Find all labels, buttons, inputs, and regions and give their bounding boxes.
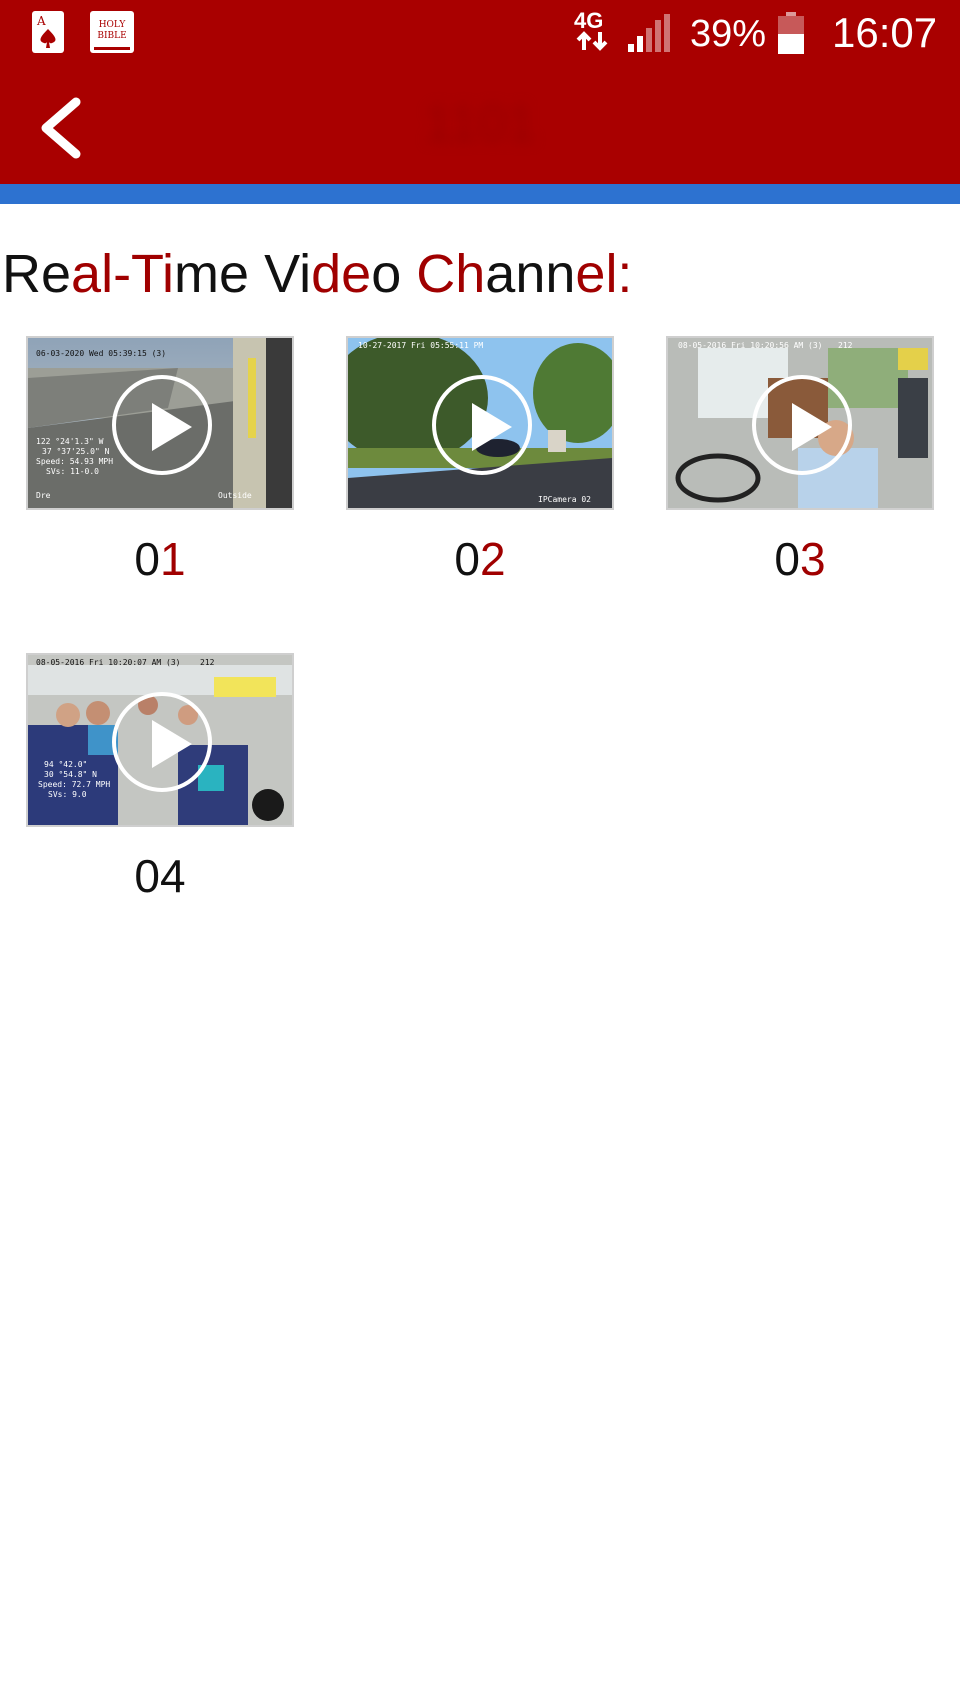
holy-bible-icon: HOLY BIBLE — [90, 11, 134, 53]
svg-text:SVs: 9.0: SVs: 9.0 — [48, 790, 87, 799]
svg-text:Speed: 72.7 MPH: Speed: 72.7 MPH — [38, 780, 110, 789]
svg-text:122 °24'1.3" W: 122 °24'1.3" W — [36, 437, 104, 446]
channel-label-02[interactable]: 02 — [346, 532, 614, 586]
channel-label-04[interactable]: 04 — [26, 849, 294, 903]
channel-card-04[interactable]: 08-05-2016 Fri 10:20:07 AM (3) 212 94 °4… — [26, 653, 294, 913]
page-title: 1101 — [424, 95, 536, 153]
play-icon[interactable] — [112, 375, 212, 475]
svg-text:SVs: 11-0.0: SVs: 11-0.0 — [46, 467, 99, 476]
battery-percent: 39% — [690, 13, 767, 55]
play-icon[interactable] — [752, 375, 852, 475]
svg-text:08-05-2016 Fri 10:20:07 AM (3): 08-05-2016 Fri 10:20:07 AM (3) — [36, 658, 181, 667]
svg-text:212: 212 — [200, 658, 215, 667]
channel-card-03[interactable]: 08-05-2016 Fri 10:20:56 AM (3) 212 03 — [666, 336, 934, 596]
svg-text:HOLY: HOLY — [99, 20, 127, 30]
app-bar: 1101 — [0, 68, 960, 184]
channel-label-03[interactable]: 03 — [666, 532, 934, 586]
svg-text:4G: 4G — [574, 8, 603, 33]
app-bar-accent-line — [0, 184, 960, 204]
svg-text:Outside: Outside — [218, 491, 252, 500]
channel-label-01[interactable]: 01 — [26, 532, 294, 586]
svg-text:Dre: Dre — [36, 491, 51, 500]
back-button[interactable] — [28, 88, 98, 168]
channel-card-01[interactable]: 06-03-2020 Wed 05:39:15 (3) 122 °24'1.3"… — [26, 336, 294, 596]
section-heading: Real-Time Video Channel: — [2, 244, 633, 304]
play-icon[interactable] — [112, 692, 212, 792]
svg-text:BIBLE: BIBLE — [97, 31, 126, 41]
channel-thumbnail-02[interactable]: 10-27-2017 Fri 05:55:11 PM IPCamera 02 — [346, 336, 614, 510]
svg-text:30 °54.8" N: 30 °54.8" N — [44, 770, 97, 779]
channel-thumbnail-01[interactable]: 06-03-2020 Wed 05:39:15 (3) 122 °24'1.3"… — [26, 336, 294, 510]
play-icon[interactable] — [432, 375, 532, 475]
svg-text:10-27-2017 Fri 05:55:11 PM: 10-27-2017 Fri 05:55:11 PM — [358, 341, 483, 350]
battery-icon — [778, 12, 804, 54]
status-bar: A HOLY BIBLE 4G 39% 16:07 — [0, 0, 960, 68]
svg-text:06-03-2020 Wed 05:39:15 (3): 06-03-2020 Wed 05:39:15 (3) — [36, 349, 166, 358]
svg-text:A: A — [36, 14, 46, 28]
chevron-left-icon — [41, 97, 81, 159]
playing-cards-icon: A — [32, 11, 64, 53]
svg-text:Speed: 54.93 MPH: Speed: 54.93 MPH — [36, 457, 113, 466]
signal-strength-icon — [628, 14, 670, 52]
channel-thumbnail-03[interactable]: 08-05-2016 Fri 10:20:56 AM (3) 212 — [666, 336, 934, 510]
channel-card-02[interactable]: 10-27-2017 Fri 05:55:11 PM IPCamera 02 0… — [346, 336, 614, 596]
svg-text:37 °37'25.0" N: 37 °37'25.0" N — [42, 447, 110, 456]
network-4g-icon: 4G — [574, 8, 608, 51]
svg-text:IPCamera 02: IPCamera 02 — [538, 495, 591, 504]
svg-text:212: 212 — [838, 341, 853, 350]
status-time: 16:07 — [832, 9, 938, 56]
svg-text:08-05-2016 Fri 10:20:56 AM (3): 08-05-2016 Fri 10:20:56 AM (3) — [678, 341, 823, 350]
channel-thumbnail-04[interactable]: 08-05-2016 Fri 10:20:07 AM (3) 212 94 °4… — [26, 653, 294, 827]
svg-text:94 °42.0": 94 °42.0" — [44, 760, 87, 769]
